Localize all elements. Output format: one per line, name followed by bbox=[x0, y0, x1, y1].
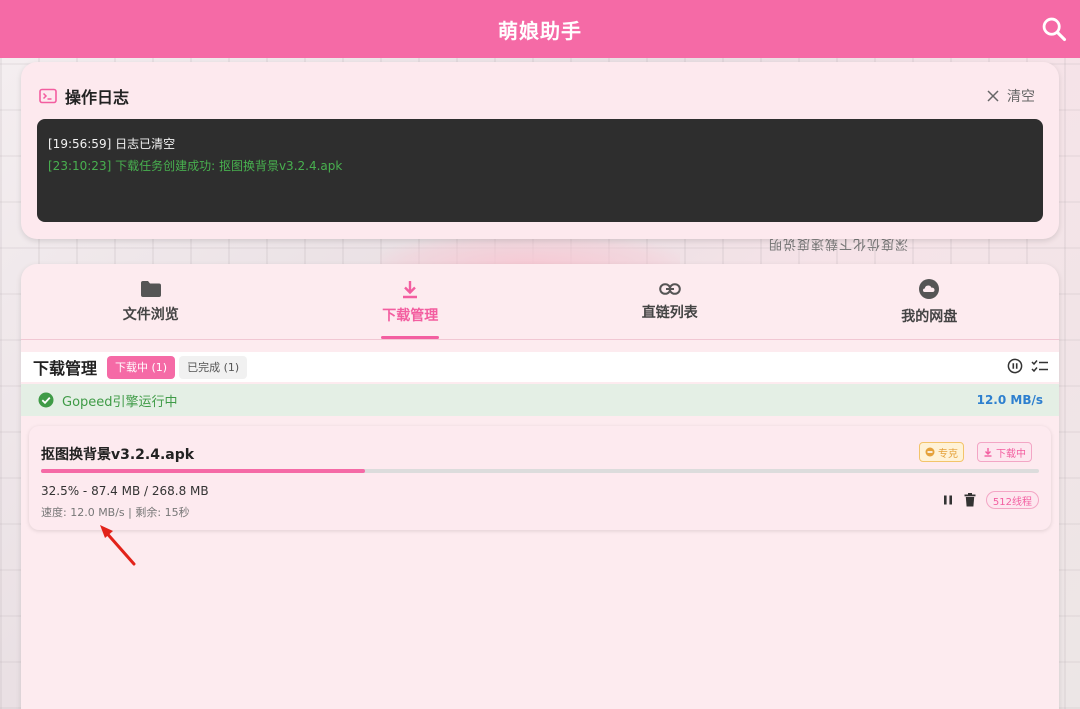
download-section-title: 下载管理 bbox=[33, 359, 98, 378]
tab-direct-links[interactable]: 直链列表 bbox=[540, 264, 800, 339]
link-icon bbox=[658, 282, 681, 295]
tab-my-cloud[interactable]: 我的网盘 bbox=[800, 264, 1060, 339]
log-message: 日志已清空 bbox=[115, 137, 176, 151]
status-badge-label: 下载中 bbox=[996, 448, 1026, 460]
subheader-actions bbox=[1007, 358, 1049, 374]
log-line: [23:10:23] 下载任务创建成功: 抠图换背景v3.2.4.apk bbox=[48, 155, 1032, 177]
terminal-icon bbox=[39, 88, 57, 104]
download-task-card[interactable]: 抠图换背景v3.2.4.apk 专克 下载中 32.5% - 87.4 MB /… bbox=[29, 426, 1051, 530]
tab-label: 我的网盘 bbox=[901, 308, 958, 325]
task-file-name: 抠图换背景v3.2.4.apk bbox=[41, 447, 195, 463]
tab-label: 直链列表 bbox=[641, 304, 698, 321]
operation-log-card: 操作日志 清空 [19:56:59] 日志已清空 [23:10:23] 下载任务… bbox=[21, 62, 1059, 239]
log-title: 操作日志 bbox=[65, 88, 130, 107]
annotation-arrow-icon bbox=[100, 525, 136, 566]
filter-downloading[interactable]: 下载中 (1) bbox=[107, 355, 176, 379]
task-progress-bar bbox=[41, 469, 1039, 473]
select-all-icon[interactable] bbox=[1031, 358, 1049, 374]
task-progress-fill bbox=[41, 469, 366, 473]
log-header: 操作日志 bbox=[39, 84, 129, 108]
trash-icon[interactable] bbox=[964, 493, 976, 507]
task-speed-text: 速度: 12.0 MB/s | 剩余: 15秒 bbox=[41, 506, 190, 519]
engine-status-label: Gopeed引擎运行中 bbox=[62, 394, 178, 410]
vip-icon bbox=[925, 447, 935, 457]
main-panel: 文件浏览 下载管理 直链列表 我的网盘 下载管理 下载中 (1) 已完成 (1)… bbox=[21, 264, 1059, 709]
download-subheader: 下载管理 下载中 (1) 已完成 (1) bbox=[21, 352, 1059, 382]
engine-speed: 12.0 MB/s bbox=[976, 393, 1043, 407]
task-controls: 512线程 bbox=[942, 491, 1039, 509]
clear-log-label: 清空 bbox=[1007, 89, 1035, 105]
tab-file-browse[interactable]: 文件浏览 bbox=[21, 264, 281, 339]
engine-status-bar: Gopeed引擎运行中 12.0 MB/s bbox=[21, 384, 1059, 416]
task-status-badge: 下载中 bbox=[977, 442, 1032, 462]
search-icon[interactable] bbox=[1040, 15, 1068, 43]
thread-count-badge: 512线程 bbox=[985, 491, 1039, 509]
log-time: [19:56:59] bbox=[48, 137, 112, 151]
app-title: 萌娘助手 bbox=[498, 18, 582, 43]
download-icon bbox=[403, 280, 418, 298]
task-size-text: 32.5% - 87.4 MB / 268.8 MB bbox=[41, 484, 209, 498]
download-icon bbox=[984, 448, 992, 457]
tab-download-manager[interactable]: 下载管理 bbox=[281, 264, 541, 339]
tab-label: 文件浏览 bbox=[122, 306, 179, 323]
vip-badge-label: 专克 bbox=[938, 448, 958, 460]
folder-icon bbox=[140, 280, 161, 297]
clear-log-button[interactable]: 清空 bbox=[987, 86, 1035, 106]
filter-completed[interactable]: 已完成 (1) bbox=[179, 355, 248, 379]
cloud-icon bbox=[919, 278, 940, 299]
log-line: [19:56:59] 日志已清空 bbox=[48, 133, 1032, 155]
check-circle-icon bbox=[38, 392, 54, 408]
vip-badge: 专克 bbox=[919, 442, 964, 462]
close-icon bbox=[987, 90, 999, 102]
tab-label: 下载管理 bbox=[382, 307, 439, 324]
tab-bar: 文件浏览 下载管理 直链列表 我的网盘 bbox=[21, 264, 1059, 340]
log-time: [23:10:23] bbox=[48, 159, 112, 173]
log-message: 下载任务创建成功: 抠图换背景v3.2.4.apk bbox=[115, 159, 343, 173]
top-app-bar: 萌娘助手 bbox=[0, 0, 1080, 58]
pause-icon[interactable] bbox=[942, 494, 954, 506]
pause-all-icon[interactable] bbox=[1007, 358, 1023, 374]
log-console: [19:56:59] 日志已清空 [23:10:23] 下载任务创建成功: 抠图… bbox=[37, 119, 1043, 222]
